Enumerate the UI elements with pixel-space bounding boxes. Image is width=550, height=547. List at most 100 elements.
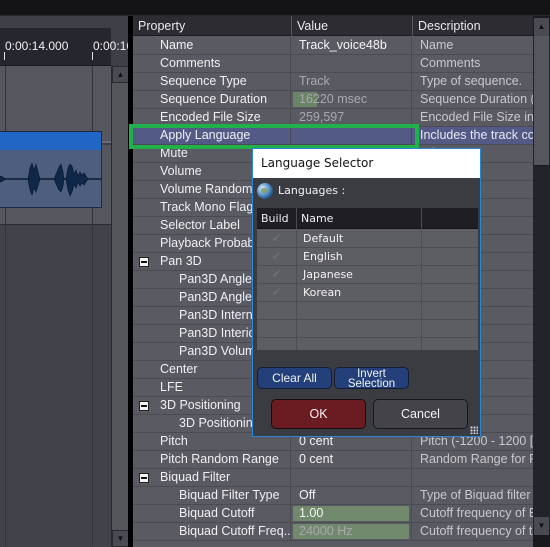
property-row[interactable]: Biquad Filter Type Off Type of Biquad filt… (133, 487, 533, 505)
build-checkbox (257, 302, 297, 319)
property-row[interactable]: Pitch Random Range 0 cent Random Range for… (133, 451, 533, 469)
languages-label-row: Languages : (253, 181, 480, 203)
property-value[interactable]: Off (291, 487, 412, 504)
column-header-build[interactable]: Build (257, 208, 297, 229)
property-value[interactable]: Track_voice48b (291, 37, 412, 54)
build-checkbox (257, 320, 297, 337)
property-row[interactable]: Name Track_voice48b Name (133, 37, 533, 55)
track-area[interactable] (0, 66, 111, 547)
property-value-text: 24000 Hz (299, 524, 353, 538)
language-row[interactable]: ✔ English (257, 248, 478, 266)
language-row[interactable]: ✔ Korean (257, 284, 478, 302)
clear-all-button[interactable]: Clear All (257, 367, 332, 389)
column-header-name[interactable]: Name (297, 208, 422, 229)
list-header: Build Name (257, 208, 478, 229)
property-value-text: Track_voice48b (299, 38, 387, 52)
dialog-title[interactable]: Language Selector (253, 149, 480, 178)
column-header-description[interactable]: Description (413, 16, 533, 36)
property-description: Includes the track co (420, 128, 533, 142)
ok-button[interactable]: OK (271, 399, 366, 429)
property-description: Type of Biquad filter (420, 488, 531, 502)
clip-header[interactable] (0, 132, 101, 150)
language-name: Default (297, 230, 422, 247)
property-row[interactable]: Sequence Duration 16220 msec Sequence Dura… (133, 91, 533, 109)
property-description: Sequence Duration ( (420, 92, 533, 106)
language-row[interactable]: ✔ Japanese (257, 266, 478, 284)
build-checkbox (257, 338, 297, 350)
property-row[interactable]: Sequence Type Track Type of sequence. (133, 73, 533, 91)
property-value-text: 0 cent (299, 452, 334, 466)
property-description: Type of sequence. (420, 74, 523, 88)
globe-icon (257, 183, 273, 199)
property-name: Sequence Type (133, 73, 291, 90)
property-name: Sequence Duration (133, 91, 291, 108)
property-name: Biquad Filter (133, 469, 291, 486)
property-description: Comments (420, 56, 481, 70)
property-value[interactable]: 1.00 (291, 505, 412, 522)
property-description: Cutoff frequency of B (420, 506, 533, 520)
invert-selection-button[interactable]: Invert Selection (334, 367, 409, 390)
build-checkbox[interactable]: ✔ (257, 248, 297, 265)
language-name (297, 338, 422, 350)
top-bar (0, 0, 550, 16)
language-name: Korean (297, 284, 422, 301)
column-header-value[interactable]: Value (292, 16, 413, 36)
focus-highlight-box (129, 124, 419, 149)
property-name: Biquad Filter Type (133, 487, 291, 504)
build-checkbox[interactable]: ✔ (257, 230, 297, 247)
property-row[interactable]: Biquad Cutoff Freq... 24000 Hz Cutoff freq… (133, 523, 533, 541)
empty-row (257, 320, 478, 338)
build-checkbox[interactable]: ✔ (257, 284, 297, 301)
property-value[interactable] (291, 55, 412, 72)
scroll-down-icon[interactable]: ▼ (112, 530, 129, 547)
scroll-thumb[interactable] (534, 36, 549, 166)
empty-row (257, 302, 478, 320)
language-name (297, 320, 422, 337)
language-name (297, 302, 422, 319)
property-value[interactable]: 0 cent (291, 451, 412, 468)
language-name: English (297, 248, 422, 265)
language-list: Build Name ✔ Default ✔ English ✔ Japanese ✔ Kor… (257, 208, 478, 350)
cancel-button[interactable]: Cancel (373, 399, 468, 429)
property-value-text: Track (299, 74, 330, 88)
audio-clip[interactable] (0, 131, 102, 208)
property-value[interactable]: Track (291, 73, 412, 90)
property-value-text: Off (299, 488, 316, 502)
empty-lane-area[interactable] (0, 225, 111, 547)
grid-header: Property Value Description (133, 16, 533, 36)
language-row[interactable]: ✔ Default (257, 230, 478, 248)
scroll-down-icon[interactable]: ▼ (534, 517, 549, 535)
property-name: Pitch Random Range (133, 451, 291, 468)
property-description (413, 469, 533, 486)
property-description: Encoded File Size in (420, 110, 533, 124)
waveform (0, 162, 101, 197)
property-value[interactable] (291, 469, 412, 486)
time-ruler[interactable]: 0:00:14.000 0:00:16 (0, 28, 133, 66)
ruler-tick (4, 52, 5, 60)
property-group-row[interactable]: Biquad Filter (133, 469, 533, 487)
resize-grip-icon[interactable] (470, 426, 478, 434)
timeline-scrollbar[interactable]: ▲ ▼ (111, 66, 129, 547)
timeline-panel: 0:00:14.000 0:00:16 ▲ ▼ (0, 16, 133, 547)
property-value-text: 259,597 (299, 110, 345, 124)
property-name: Biquad Cutoff Freq... (133, 523, 291, 540)
property-row[interactable]: Biquad Cutoff 1.00 Cutoff frequency of B (133, 505, 533, 523)
property-description: Cutoff frequency of th (420, 524, 533, 538)
column-header-property[interactable]: Property (133, 16, 292, 36)
scroll-up-icon[interactable]: ▲ (112, 66, 129, 83)
property-name: Name (133, 37, 291, 54)
grid-scrollbar[interactable]: ▲ ▼ (533, 16, 550, 547)
property-row[interactable]: Comments Comments (133, 55, 533, 73)
property-value[interactable]: 24000 Hz (291, 523, 412, 540)
scroll-up-icon[interactable]: ▲ (534, 18, 549, 36)
property-value-text: 16220 msec (299, 92, 368, 106)
property-value[interactable]: 16220 msec (291, 91, 412, 108)
language-name: Japanese (297, 266, 422, 283)
empty-row (257, 338, 478, 350)
ruler-tick (92, 52, 93, 60)
property-value-text: 1.00 (299, 506, 324, 520)
invert-label-line2: Selection (347, 378, 396, 390)
language-selector-dialog: Language Selector Languages : Build Name… (252, 148, 481, 437)
ruler-label: 0:00:14.000 (5, 39, 69, 53)
build-checkbox[interactable]: ✔ (257, 266, 297, 283)
